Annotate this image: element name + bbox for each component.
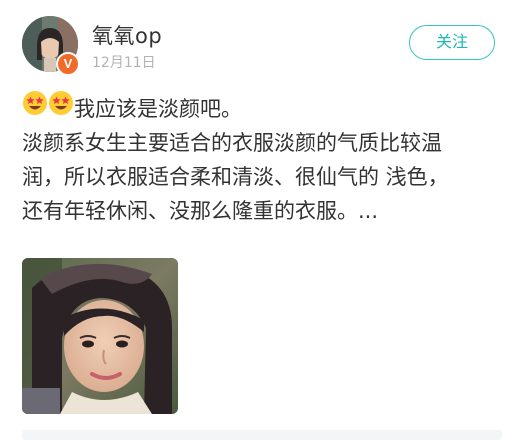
post-photo[interactable]	[22, 258, 178, 414]
follow-button[interactable]: 关注	[409, 25, 495, 60]
star-struck-emoji-icon	[22, 90, 48, 126]
post-card: V 氧氧op 12月11日 关注 我应该是淡颜吧。 淡颜系女生主要适合的衣服淡颜…	[0, 0, 520, 440]
vip-badge: V	[56, 52, 80, 76]
portrait-photo-icon	[22, 258, 178, 414]
post-line-2: 淡颜系女生主要适合的衣服淡颜的气质比较温	[22, 131, 442, 155]
star-struck-emoji-icon	[48, 90, 74, 126]
post-line-1-text: 我应该是淡颜吧。	[74, 97, 242, 121]
username[interactable]: 氧氧op	[92, 20, 162, 50]
post-line-3: 润，所以衣服适合柔和清淡、很仙气的 浅色，	[22, 165, 449, 189]
footer-divider	[22, 430, 502, 440]
post-line-4: 还有年轻休闲、没那么隆重的衣服。...	[22, 199, 379, 223]
post-line-1: 我应该是淡颜吧。	[22, 90, 504, 126]
timestamp: 12月11日	[92, 55, 156, 71]
post-text[interactable]: 我应该是淡颜吧。 淡颜系女生主要适合的衣服淡颜的气质比较温 润，所以衣服适合柔和…	[22, 90, 504, 228]
